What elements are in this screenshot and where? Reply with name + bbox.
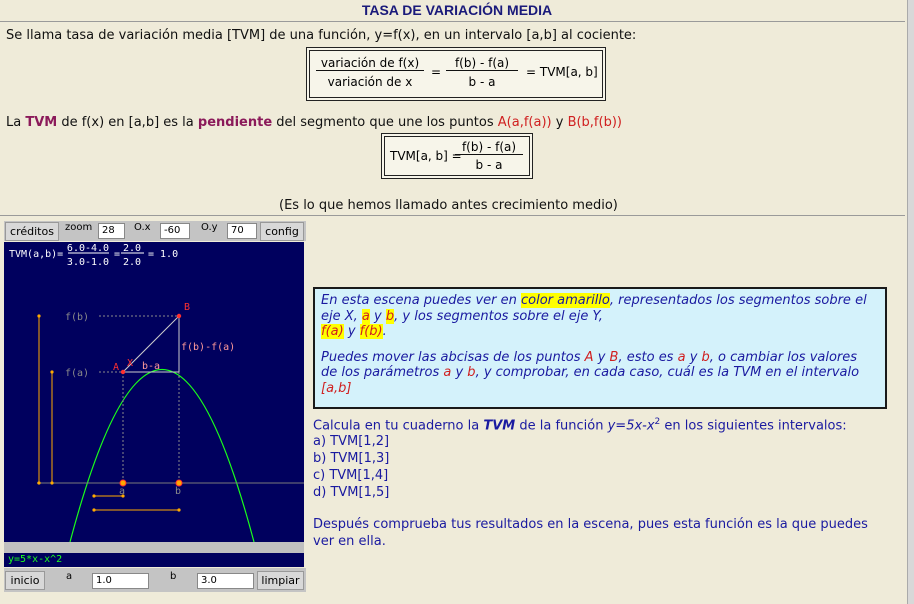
point-b[interactable]	[176, 313, 182, 319]
creditos-button[interactable]: créditos	[5, 222, 59, 241]
tvm-label: TVM[a, b] =	[390, 149, 462, 163]
a-tick-label: a	[119, 486, 125, 497]
page-title: TASA DE VARIACIÓN MEDIA	[361, 2, 553, 18]
scene-top-bar: créditos zoom 28 O.x -60 O.y 70 config	[4, 221, 306, 241]
equals-sign: =	[431, 65, 442, 79]
fraction-denominator: b - a	[468, 75, 496, 89]
function-expression[interactable]: y=5*x-x^2	[4, 553, 304, 567]
info-line: de los parámetros a y b, y comprobar, en…	[321, 365, 860, 380]
formula-eq: =	[114, 249, 120, 260]
note-text: (Es lo que hemos llamado antes crecimien…	[279, 198, 618, 213]
limpiar-button[interactable]: limpiar	[257, 571, 304, 590]
fraction-difference: f(b) - f(a) b - a	[446, 56, 518, 89]
fraction-numerator: variación de f(x)	[316, 56, 424, 71]
ox-label: O.x	[134, 222, 151, 233]
horizontal-scrollbar[interactable]	[4, 542, 304, 553]
formula-den2: 2.0	[123, 257, 141, 268]
graph-svg: TVM(a,b)= 6.0-4.0 3.0-1.0 = 2.0 2.0 = 1.…	[9, 243, 304, 542]
diff-label: f(b)-f(a)	[181, 342, 235, 353]
exercise-item: c) TVM[1,4]	[313, 468, 389, 483]
tvm-formula-box: variación de f(x) variación de x = f(b) …	[306, 47, 606, 101]
fa-label: f(a)	[65, 368, 89, 379]
point-a[interactable]	[120, 369, 126, 375]
fraction-denominator: variación de x	[327, 75, 413, 89]
param-b-label: b	[170, 571, 177, 582]
ox-input[interactable]: -60	[160, 223, 190, 239]
oy-label: O.y	[201, 222, 218, 233]
explanation-box: En esta escena puedes ver en color amari…	[313, 287, 887, 409]
tvm-formula-label: TVM(a,b)=	[9, 249, 63, 260]
info-line: En esta escena puedes ver en color amari…	[321, 293, 867, 308]
info-line: f(a) y f(b).	[321, 324, 387, 339]
info-line: eje X, a y b, y los segmentos sobre el e…	[321, 308, 603, 324]
fb-label: f(b)	[65, 312, 89, 323]
inicio-button[interactable]: inicio	[5, 571, 45, 590]
param-b-input[interactable]: 3.0	[197, 573, 254, 589]
divider	[0, 215, 905, 216]
b-tick-label: b	[175, 486, 181, 497]
info-line: [a,b]	[321, 380, 352, 396]
pendiente-text: La TVM de f(x) en [a,b] es la pendiente …	[6, 115, 622, 130]
point-b-label: B	[184, 302, 190, 313]
scene-bottom-bar: inicio a 1.0 b 3.0 limpiar	[4, 568, 306, 592]
tvm-slope-formula-box: TVM[a, b] = f(b) - f(a) b - a	[381, 133, 533, 179]
oy-input[interactable]: 70	[227, 223, 257, 239]
graph-canvas[interactable]: TVM(a,b)= 6.0-4.0 3.0-1.0 = 2.0 2.0 = 1.…	[4, 242, 304, 542]
formula-num1: 6.0-4.0	[67, 243, 109, 254]
exercise-after-line1: Después comprueba tus resultados en la e…	[313, 517, 868, 532]
point-x-label: X	[127, 358, 133, 369]
zoom-label: zoom	[65, 222, 93, 233]
exercise-after-line2: ver en ella.	[313, 534, 386, 549]
param-a-label: a	[66, 571, 73, 582]
exercise-item: b) TVM[1,3]	[313, 451, 390, 466]
formula-den1: 3.0-1.0	[67, 257, 109, 268]
formula-result: = 1.0	[148, 249, 178, 260]
zoom-input[interactable]: 28	[98, 223, 125, 239]
point-a-label: A	[113, 362, 119, 373]
fraction-numerator: f(b) - f(a)	[455, 140, 523, 155]
ba-label: b-a	[142, 361, 160, 372]
vertical-scrollbar[interactable]	[907, 0, 914, 604]
divider	[0, 21, 905, 22]
formula-num2: 2.0	[123, 243, 141, 254]
intro-text: Se llama tasa de variación media [TVM] d…	[6, 28, 637, 43]
fraction-slope: f(b) - f(a) b - a	[455, 140, 523, 172]
parabola-curve	[69, 368, 255, 542]
info-line: Puedes mover las abcisas de los puntos A…	[321, 349, 858, 365]
param-a-input[interactable]: 1.0	[92, 573, 149, 589]
fraction-variation: variación de f(x) variación de x	[316, 56, 424, 89]
exercise-item: a) TVM[1,2]	[313, 434, 390, 449]
interactive-scene: créditos zoom 28 O.x -60 O.y 70 config T…	[4, 221, 306, 601]
fraction-denominator: b - a	[475, 158, 503, 172]
config-button[interactable]: config	[260, 222, 304, 241]
tvm-result: = TVM[a, b]	[526, 65, 598, 79]
exercise-item: d) TVM[1,5]	[313, 485, 390, 500]
exercise-intro: Calcula en tu cuaderno la TVM de la func…	[313, 417, 847, 434]
fraction-numerator: f(b) - f(a)	[446, 56, 518, 71]
